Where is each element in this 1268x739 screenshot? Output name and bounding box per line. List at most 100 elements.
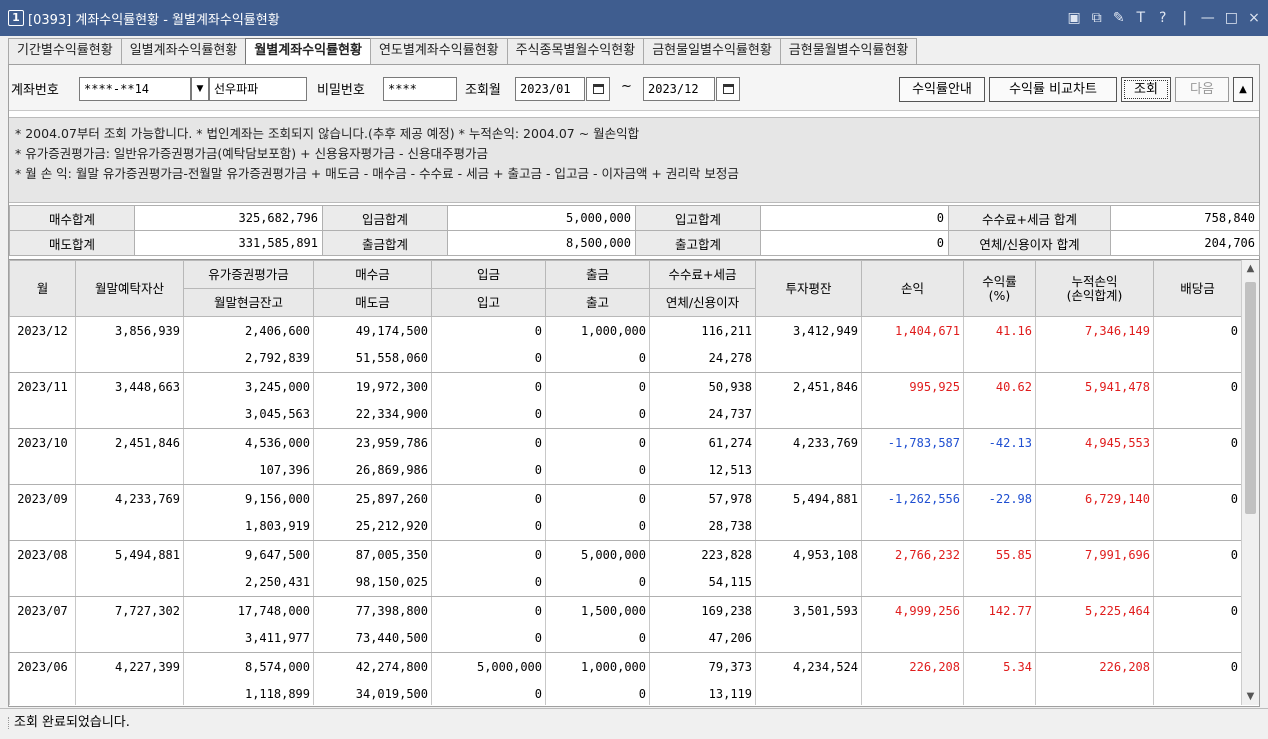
search-button[interactable]: 조회 (1121, 77, 1171, 102)
summary-label: 매도합계 (9, 230, 135, 256)
layout-icon[interactable]: ▣ (1068, 10, 1081, 26)
cell-interest: 28,738 (649, 512, 756, 541)
scroll-down-icon[interactable]: ▼ (1242, 688, 1259, 705)
password-input[interactable]: **** (383, 77, 457, 101)
summary-label: 수수료+세금 합계 (948, 205, 1111, 231)
tab-gold-monthly[interactable]: 금현물월별수익률현황 (779, 38, 918, 64)
header-dividend[interactable]: 배당금 (1153, 260, 1242, 317)
cell-buy: 42,274,800 (313, 652, 432, 681)
scroll-thumb[interactable] (1245, 282, 1256, 514)
cell-month: 2023/09 (9, 484, 76, 513)
cell-month: 2023/10 (9, 428, 76, 457)
close-icon[interactable]: × (1248, 10, 1260, 26)
cell-empty (9, 344, 76, 373)
title-bar: 1 [0393] 계좌수익률현황 - 월별계좌수익률현황 ▣ ⧉ ✎ T ? |… (0, 0, 1268, 36)
monthly-grid[interactable]: 월 월말예탁자산 유가증권평가금 매수금 입금 출금 수수료+세금 투자평잔 손… (9, 259, 1259, 705)
table-row[interactable]: 2023/12 3,856,939 2,406,600 49,174,500 0 1,00… (9, 316, 1242, 345)
return-chart-button[interactable]: 수익률 비교차트 (989, 77, 1117, 102)
cell-cash: 107,396 (183, 456, 314, 485)
tab-stock-monthly[interactable]: 주식종목별월수익현황 (506, 38, 645, 64)
table-row-sub[interactable]: 3,411,977 73,440,500 0 0 47,206 (9, 624, 1242, 653)
collapse-up-button[interactable]: ▲ (1233, 77, 1253, 102)
header-rate[interactable]: 수익률 (%) (963, 260, 1036, 317)
cell-month: 2023/11 (9, 372, 76, 401)
tab-period-return[interactable]: 기간별수익률현황 (8, 38, 122, 64)
header-month[interactable]: 월 (9, 260, 76, 317)
cell-empty (9, 624, 76, 653)
cell-empty (1153, 512, 1242, 541)
cell-in-stock: 0 (431, 512, 546, 541)
header-in-money[interactable]: 입금 (431, 260, 546, 289)
cell-empty (963, 568, 1036, 597)
cell-in-stock: 0 (431, 680, 546, 705)
cell-out-money: 0 (545, 372, 650, 401)
header-avg-inv[interactable]: 투자평잔 (755, 260, 862, 317)
tab-daily-return[interactable]: 일별계좌수익률현황 (120, 38, 247, 64)
cell-sec-eval: 3,245,000 (183, 372, 314, 401)
vertical-scrollbar[interactable]: ▲ ▼ (1241, 260, 1259, 705)
copy-window-icon[interactable]: ⧉ (1091, 10, 1103, 26)
minimize-icon[interactable]: — (1201, 10, 1215, 26)
header-interest[interactable]: 연체/신용이자 (649, 288, 756, 317)
note-line: * 월 손 익: 월말 유가증권평가금-전월말 유가증권평가금 + 매도금 - … (15, 166, 739, 181)
cell-sec-eval: 4,536,000 (183, 428, 314, 457)
header-pnl[interactable]: 손익 (861, 260, 964, 317)
table-row-sub[interactable]: 2,250,431 98,150,025 0 0 54,115 (9, 568, 1242, 597)
help-icon[interactable]: ? (1157, 10, 1169, 26)
header-cum[interactable]: 누적손익 (손익합계) (1035, 260, 1154, 317)
header-in-stock[interactable]: 입고 (431, 288, 546, 317)
table-row-sub[interactable]: 1,803,919 25,212,920 0 0 28,738 (9, 512, 1242, 541)
from-calendar-button[interactable] (586, 77, 610, 101)
maximize-icon[interactable]: □ (1225, 10, 1238, 26)
header-out-stock[interactable]: 출고 (545, 288, 650, 317)
table-row[interactable]: 2023/11 3,448,663 3,245,000 19,972,300 0 0 50,… (9, 372, 1242, 401)
cell-dividend: 0 (1153, 540, 1242, 569)
table-row-sub[interactable]: 3,045,563 22,334,900 0 0 24,737 (9, 400, 1242, 429)
cell-interest: 54,115 (649, 568, 756, 597)
cell-cash: 3,045,563 (183, 400, 314, 429)
table-row-sub[interactable]: 1,118,899 34,019,500 0 0 13,119 (9, 680, 1242, 705)
cell-fee: 223,828 (649, 540, 756, 569)
cell-buy: 87,005,350 (313, 540, 432, 569)
cell-empty (9, 456, 76, 485)
from-month-input[interactable]: 2023/01 (515, 77, 585, 101)
account-dropdown[interactable]: ▼ (191, 77, 209, 101)
header-out-money[interactable]: 출금 (545, 260, 650, 289)
cell-fee: 79,373 (649, 652, 756, 681)
header-buy[interactable]: 매수금 (313, 260, 432, 289)
next-button[interactable]: 다음 (1175, 77, 1229, 102)
cell-rate: -42.13 (963, 428, 1036, 457)
header-sell[interactable]: 매도금 (313, 288, 432, 317)
table-row[interactable]: 2023/09 4,233,769 9,156,000 25,897,260 0 0 57,… (9, 484, 1242, 513)
header-fee[interactable]: 수수료+세금 (649, 260, 756, 289)
cell-empty (9, 400, 76, 429)
to-month-input[interactable]: 2023/12 (643, 77, 715, 101)
table-row[interactable]: 2023/07 7,727,302 17,748,000 77,398,800 0 1,5… (9, 596, 1242, 625)
cell-interest: 24,278 (649, 344, 756, 373)
table-row[interactable]: 2023/10 2,451,846 4,536,000 23,959,786 0 0 61,… (9, 428, 1242, 457)
table-row[interactable]: 2023/08 5,494,881 9,647,500 87,005,350 0 5,00… (9, 540, 1242, 569)
header-deposit[interactable]: 월말예탁자산 (75, 260, 184, 317)
table-row-sub[interactable]: 107,396 26,869,986 0 0 12,513 (9, 456, 1242, 485)
account-number-input[interactable]: ****-**14 (79, 77, 191, 101)
table-row-sub[interactable]: 2,792,839 51,558,060 0 0 24,278 (9, 344, 1242, 373)
tab-gold-daily[interactable]: 금현물일별수익률현황 (643, 38, 781, 64)
header-sec-eval[interactable]: 유가증권평가금 (183, 260, 314, 289)
summary-label: 출금합계 (322, 230, 448, 256)
edit-icon[interactable]: ✎ (1113, 10, 1125, 26)
tab-monthly-return[interactable]: 월별계좌수익률현황 (245, 38, 371, 65)
cell-cum: 226,208 (1035, 652, 1154, 681)
summary-value: 0 (760, 205, 949, 231)
to-calendar-button[interactable] (716, 77, 740, 101)
cell-dividend: 0 (1153, 484, 1242, 513)
calendar-icon (592, 84, 604, 94)
cell-empty (755, 400, 862, 429)
cell-month: 2023/07 (9, 596, 76, 625)
tab-yearly-return[interactable]: 연도별계좌수익률현황 (369, 38, 508, 64)
cell-buy: 49,174,500 (313, 316, 432, 345)
header-cash[interactable]: 월말현금잔고 (183, 288, 314, 317)
font-size-icon[interactable]: T (1135, 10, 1147, 26)
table-row[interactable]: 2023/06 4,227,399 8,574,000 42,274,800 5,000… (9, 652, 1242, 681)
return-guide-button[interactable]: 수익률안내 (899, 77, 985, 102)
scroll-up-icon[interactable]: ▲ (1242, 260, 1259, 278)
